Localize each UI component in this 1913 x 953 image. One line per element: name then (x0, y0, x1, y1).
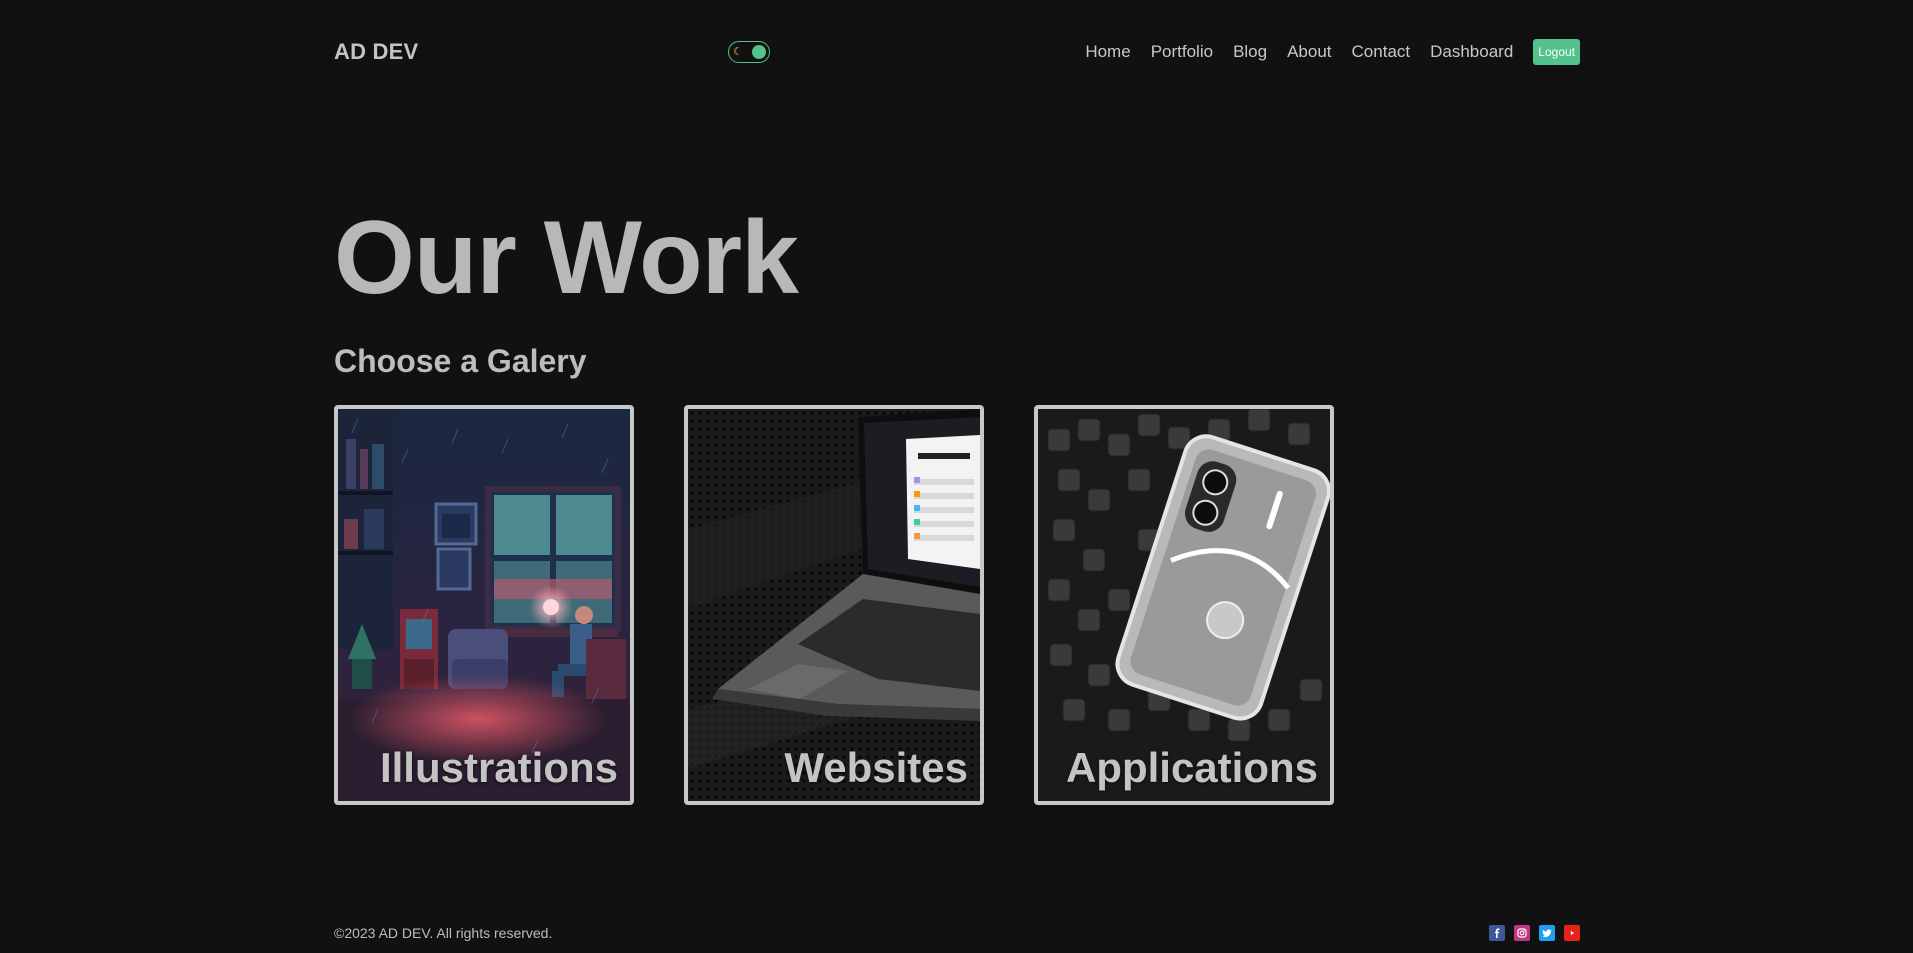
social-links (1489, 925, 1580, 941)
navbar: AD DEV ☾ Home Portfolio Blog About Conta… (334, 36, 1580, 68)
nav-link-about[interactable]: About (1287, 42, 1331, 62)
toggle-knob (752, 45, 766, 59)
twitter-icon[interactable] (1539, 925, 1555, 941)
footer: ©2023 AD DEV. All rights reserved. (334, 924, 1580, 942)
laptop-image (688, 409, 980, 801)
nav-link-dashboard[interactable]: Dashboard (1430, 42, 1513, 62)
gallery-card-label: Websites (784, 744, 968, 791)
nav-link-portfolio[interactable]: Portfolio (1151, 42, 1213, 62)
copyright-text: ©2023 AD DEV. All rights reserved. (334, 925, 553, 941)
gallery-card-label: Applications (1065, 744, 1318, 791)
phone-image (1038, 409, 1330, 801)
nav-link-home[interactable]: Home (1085, 42, 1130, 62)
gallery-card-websites[interactable]: Websites (684, 405, 984, 805)
page: AD DEV ☾ Home Portfolio Blog About Conta… (0, 0, 1913, 953)
pixel-art-room-image (338, 409, 630, 801)
gallery-card-illustrations[interactable]: Illustrations (334, 405, 634, 805)
gallery-card-label: Illustrations (379, 744, 618, 791)
page-subtitle: Choose a Galery (334, 343, 587, 379)
youtube-icon[interactable] (1564, 925, 1580, 941)
logout-button[interactable]: Logout (1533, 39, 1580, 65)
facebook-icon[interactable] (1489, 925, 1505, 941)
instagram-icon[interactable] (1514, 925, 1530, 941)
page-title: Our Work (334, 200, 799, 316)
nav-link-contact[interactable]: Contact (1352, 42, 1411, 62)
site-logo[interactable]: AD DEV (334, 39, 418, 65)
nav-links: Home Portfolio Blog About Contact Dashbo… (1085, 39, 1580, 65)
gallery-card-applications[interactable]: Applications (1034, 405, 1334, 805)
moon-icon: ☾ (733, 45, 743, 58)
nav-link-blog[interactable]: Blog (1233, 42, 1267, 62)
theme-toggle[interactable]: ☾ (728, 41, 770, 63)
